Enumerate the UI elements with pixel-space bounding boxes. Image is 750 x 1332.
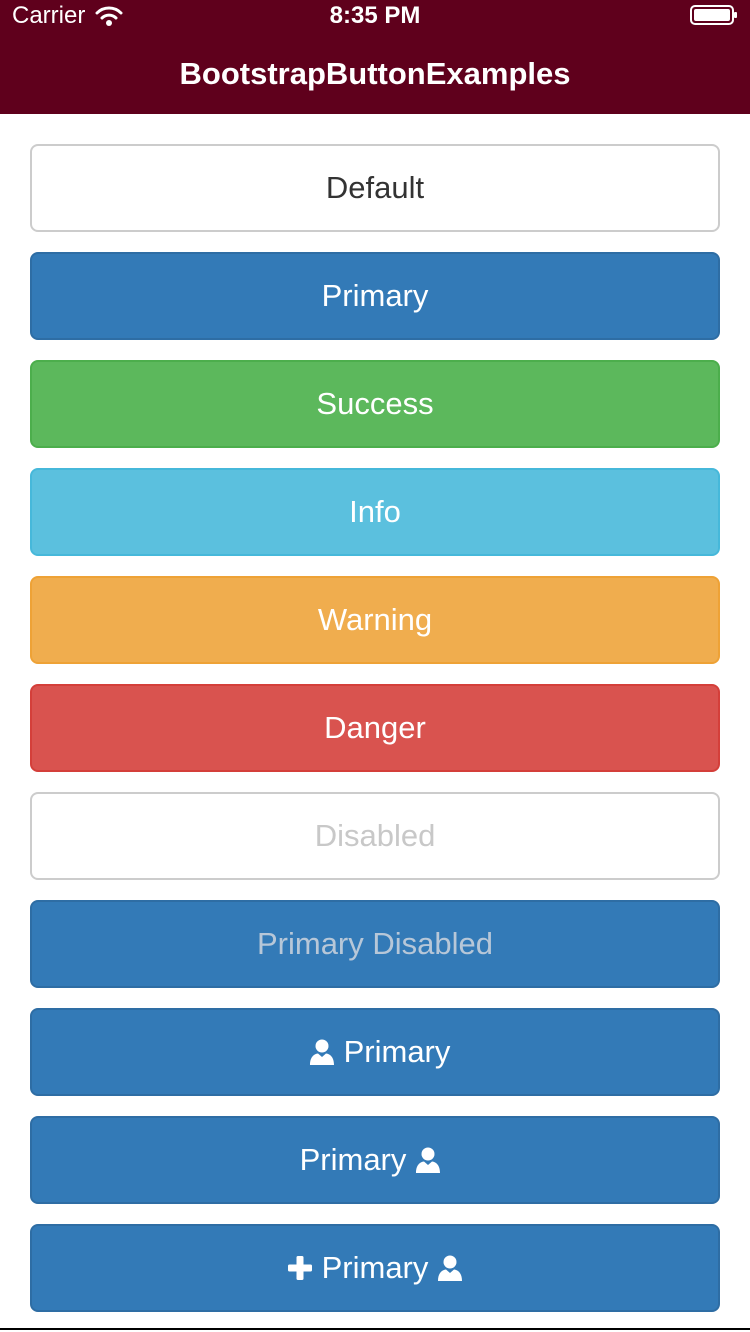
success-button-label: Success [316,386,434,421]
user-icon [308,1038,336,1066]
primary-icon-left-button[interactable]: Primary [30,1008,720,1096]
danger-button-label: Danger [324,710,426,745]
primary-icon-both-button[interactable]: Primary [30,1224,720,1312]
plus-icon [286,1254,314,1282]
status-time: 8:35 PM [329,2,421,29]
user-icon [436,1254,464,1282]
button-list: Default Primary Success Info Warning Dan… [30,144,720,1332]
info-button-label: Info [349,494,401,529]
page-title: BootstrapButtonExamples [179,56,571,91]
info-button[interactable]: Info [30,468,720,556]
danger-button[interactable]: Danger [30,684,720,772]
user-icon [414,1146,442,1174]
primary-disabled-button: Primary Disabled [30,900,720,988]
battery-icon [690,5,738,25]
status-bar: Carrier 8:35 PM [0,0,750,32]
primary-icon-right-button-label: Primary [299,1142,407,1177]
navigation-bar: Carrier 8:35 PM BootstrapButtonExamples [0,0,750,114]
warning-button[interactable]: Warning [30,576,720,664]
primary-icon-both-button-label: Primary [321,1250,429,1285]
primary-button[interactable]: Primary [30,252,720,340]
disabled-button: Disabled [30,792,720,880]
default-button[interactable]: Default [30,144,720,232]
primary-icon-right-button[interactable]: Primary [30,1116,720,1204]
warning-button-label: Warning [317,602,433,637]
disabled-button-label: Disabled [314,818,436,853]
success-button[interactable]: Success [30,360,720,448]
default-button-label: Default [325,170,425,205]
primary-icon-left-button-label: Primary [343,1034,451,1069]
primary-button-label: Primary [321,278,429,313]
primary-disabled-button-label: Primary Disabled [256,926,493,961]
